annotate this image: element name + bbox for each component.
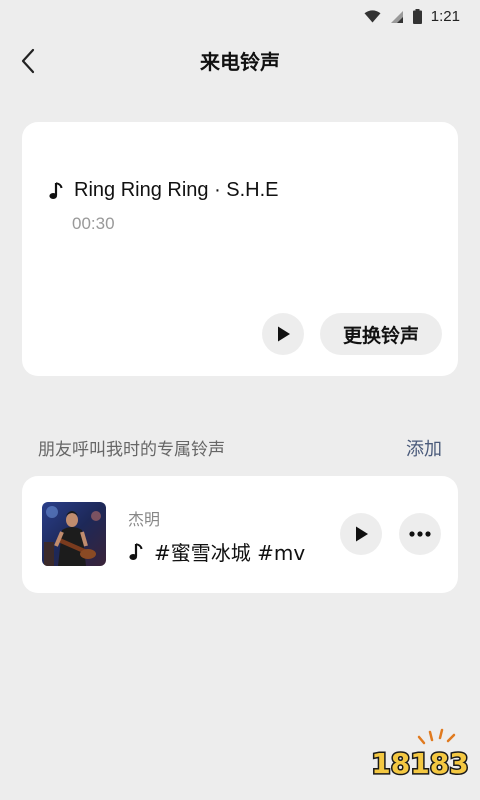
current-song-row: Ring Ring Ring · S.H.E xyxy=(48,179,279,202)
more-options-button[interactable] xyxy=(399,513,441,555)
wifi-icon xyxy=(364,10,381,23)
page-title: 来电铃声 xyxy=(200,50,280,74)
guitarist-photo xyxy=(42,502,106,566)
current-ringtone-card: Ring Ring Ring · S.H.E 00:30 更换铃声 xyxy=(22,122,458,376)
change-ringtone-button[interactable]: 更换铃声 xyxy=(320,313,442,355)
avatar[interactable] xyxy=(42,502,106,566)
status-bar: 1:21 xyxy=(0,0,480,36)
play-icon xyxy=(356,526,368,542)
cellular-signal-icon xyxy=(390,10,403,23)
play-friend-ringtone-button[interactable] xyxy=(340,513,382,555)
play-icon xyxy=(278,326,290,342)
play-current-button[interactable] xyxy=(262,313,304,355)
music-note-icon xyxy=(129,542,143,560)
friend-ringtone-card: 杰明 #蜜雪冰城 #mv xyxy=(22,476,458,593)
friend-name: 杰明 xyxy=(128,510,161,529)
status-time: 1:21 xyxy=(430,8,460,25)
more-icon xyxy=(409,531,431,537)
status-icons: 1:21 xyxy=(364,8,460,25)
friend-song-row: #蜜雪冰城 #mv xyxy=(128,537,305,566)
current-song-duration: 00:30 xyxy=(72,214,115,233)
friends-section-title: 朋友呼叫我时的专属铃声 xyxy=(38,440,225,460)
top-bar: 来电铃声 xyxy=(0,36,480,86)
add-friend-ringtone-link[interactable]: 添加 xyxy=(406,435,442,461)
watermark-logo: 18183 xyxy=(370,726,470,790)
svg-text:18183: 18183 xyxy=(371,747,468,780)
current-song-title: Ring Ring Ring · S.H.E xyxy=(74,179,279,201)
friend-song-title: #蜜雪冰城 #mv xyxy=(154,541,306,565)
music-note-icon xyxy=(49,181,63,199)
battery-icon xyxy=(412,9,422,24)
